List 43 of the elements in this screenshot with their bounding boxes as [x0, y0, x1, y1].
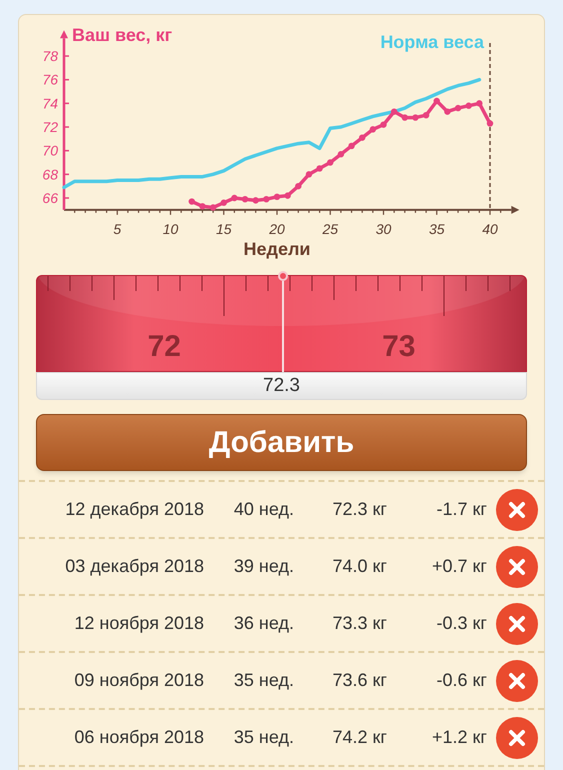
weight-reading: 72.3 — [263, 374, 300, 398]
entry-change: +0.7 кг — [431, 555, 487, 578]
entry-date: 12 декабря 2018 — [64, 498, 204, 521]
y-tick-label: 70 — [42, 142, 58, 159]
ruler-label: 72 — [146, 329, 182, 365]
entry-weight: 74.2 кг — [332, 726, 387, 749]
entry-week: 35 нед. — [232, 669, 294, 692]
ruler-scale[interactable]: 72 73 — [36, 275, 527, 372]
y-tick-label: 68 — [42, 166, 58, 182]
entry-date: 09 ноября 2018 — [73, 669, 204, 692]
entry-date: 03 декабря 2018 — [64, 555, 204, 578]
x-tick-label: 25 — [322, 220, 338, 237]
x-tick-label: 15 — [216, 220, 232, 237]
x-tick-label: 30 — [376, 220, 392, 237]
x-tick-label: 40 — [482, 220, 498, 237]
entry-change: -0.3 кг — [436, 612, 487, 635]
entry-week: 35 нед. — [232, 726, 294, 749]
entry-date: 12 ноября 2018 — [73, 612, 204, 635]
entry-week: 39 нед. — [232, 555, 294, 578]
entry-week: 40 нед. — [232, 498, 294, 521]
entry-weight: 74.0 кг — [332, 555, 387, 578]
y-tick-label: 76 — [42, 72, 58, 88]
y-axis-title: Ваш вес, кг — [72, 25, 172, 45]
x-tick-label: 20 — [269, 220, 285, 237]
x-axis-title: Недели — [244, 238, 310, 259]
y-tick-label: 66 — [42, 190, 58, 206]
entry-week: 36 нед. — [232, 612, 294, 635]
add-button[interactable]: Добавить — [36, 414, 527, 471]
ruler-label: 73 — [381, 329, 416, 365]
x-tick-label: 10 — [162, 220, 178, 237]
y-tick-label: 74 — [42, 95, 58, 112]
y-tick-label: 78 — [42, 48, 58, 64]
entry-date: 06 ноября 2018 — [73, 726, 204, 749]
entry-change: +1.2 кг — [431, 726, 487, 749]
entry-change: -0.6 кг — [436, 669, 487, 692]
x-tick-label: 5 — [113, 220, 122, 237]
y-tick-label: 72 — [42, 119, 58, 136]
entry-change: -1.7 кг — [436, 498, 487, 521]
entry-weight: 73.6 кг — [332, 669, 387, 692]
entry-weight: 72.3 кг — [332, 498, 387, 521]
x-tick-label: 35 — [428, 220, 445, 237]
entry-weight: 73.3 кг — [332, 612, 387, 635]
legend-label: Норма веса — [380, 32, 484, 52]
